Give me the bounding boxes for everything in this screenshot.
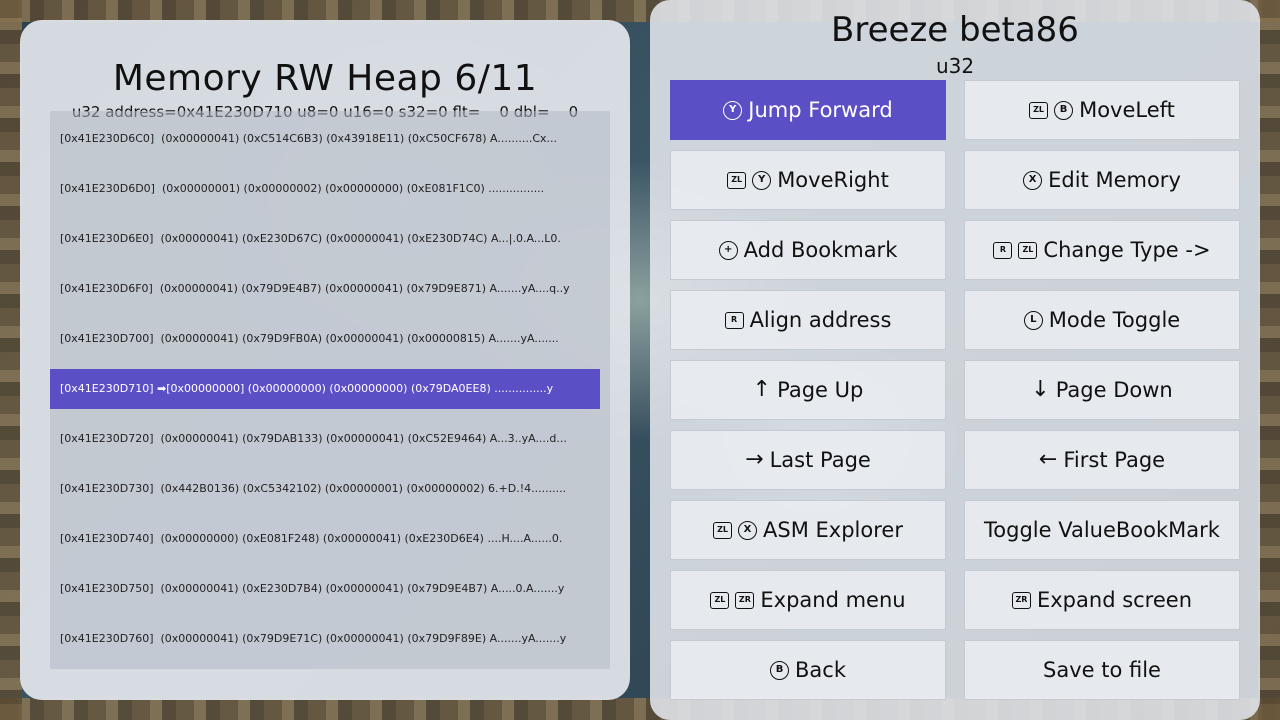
zr-button-icon: ZR: [735, 591, 755, 609]
arrow-left-icon: ←: [1038, 447, 1058, 472]
menu-button-save-to-file[interactable]: Save to file: [964, 640, 1240, 700]
menu-button-jump-forward[interactable]: Y Jump Forward: [670, 80, 946, 140]
memory-row-list[interactable]: [0x41E230D6C0] (0x00000041) (0xC514C6B3)…: [50, 111, 610, 669]
plus-button-icon: +: [718, 240, 738, 260]
menu-button-label: ASM Explorer: [763, 518, 903, 542]
b-button-icon: B: [1054, 100, 1074, 120]
menu-button-mode-toggle[interactable]: L Mode Toggle: [964, 290, 1240, 350]
zl-button-icon: ZL: [713, 521, 733, 539]
menu-button-back[interactable]: B Back: [670, 640, 946, 700]
arrow-down-icon: ↓: [1031, 377, 1050, 402]
menu-button-change-type[interactable]: R ZL Change Type ->: [964, 220, 1240, 280]
left-stick-button-icon: L: [1023, 310, 1043, 330]
zl-button-icon: ZL: [710, 591, 730, 609]
menu-button-first-page[interactable]: ← First Page: [964, 430, 1240, 490]
menu-button-label: Page Down: [1055, 378, 1173, 402]
x-button-icon: X: [1023, 170, 1043, 190]
menu-button-expand-menu[interactable]: ZL ZR Expand menu: [670, 570, 946, 630]
r-button-icon: R: [724, 311, 744, 329]
menu-button-label: Align address: [749, 308, 892, 332]
menu-title: Breeze beta86: [831, 10, 1079, 50]
menu-button-add-bookmark[interactable]: + Add Bookmark: [670, 220, 946, 280]
menu-button-moveleft[interactable]: ZL B MoveLeft: [964, 80, 1240, 140]
menu-button-last-page[interactable]: → Last Page: [670, 430, 946, 490]
menu-button-page-up[interactable]: ↑ Page Up: [670, 360, 946, 420]
menu-button-label: Expand screen: [1036, 588, 1193, 612]
x-button-icon: X: [738, 520, 758, 540]
menu-button-page-down[interactable]: ↓ Page Down: [964, 360, 1240, 420]
memory-row[interactable]: [0x41E230D6C0] (0x00000041) (0xC514C6B3)…: [50, 119, 600, 159]
memory-row[interactable]: [0x41E230D6D0] (0x00000001) (0x00000002)…: [50, 169, 600, 209]
menu-button-label: Change Type ->: [1043, 238, 1211, 262]
menu-button-toggle-valuebookmark[interactable]: Toggle ValueBookMark: [964, 500, 1240, 560]
zl-button-icon: ZL: [1018, 241, 1038, 259]
map-border-right: [1258, 0, 1280, 720]
y-button-icon: Y: [723, 100, 743, 120]
menu-button-expand-screen[interactable]: ZR Expand screen: [964, 570, 1240, 630]
memory-row[interactable]: [0x41E230D750] (0x00000041) (0xE230D7B4)…: [50, 569, 600, 609]
menu-button-label: Add Bookmark: [743, 238, 898, 262]
menu-button-asm-explorer[interactable]: ZL X ASM Explorer: [670, 500, 946, 560]
memory-row[interactable]: [0x41E230D740] (0x00000000) (0xE081F248)…: [50, 519, 600, 559]
arrow-right-icon: →: [745, 447, 764, 472]
menu-button-moveright[interactable]: ZL Y MoveRight: [670, 150, 946, 210]
memory-row[interactable]: [0x41E230D6E0] (0x00000041) (0xE230D67C)…: [50, 219, 600, 259]
menu-button-label: Last Page: [769, 448, 871, 472]
memory-row[interactable]: [0x41E230D6F0] (0x00000041) (0x79D9E4B7)…: [50, 269, 600, 309]
menu-button-label: Mode Toggle: [1048, 308, 1181, 332]
menu-button-label: First Page: [1063, 448, 1166, 472]
menu-button-label: Toggle ValueBookMark: [984, 518, 1220, 542]
menu-panel: Breeze beta86 u32 Y Jump Forward ZL B MoveLe…: [650, 0, 1260, 720]
y-button-icon: Y: [752, 170, 772, 190]
menu-button-label: Edit Memory: [1048, 168, 1181, 192]
memory-panel: Memory RW Heap 6/11 u32 address=0x41E230…: [20, 20, 630, 700]
zl-button-icon: ZL: [727, 171, 747, 189]
zr-button-icon: ZR: [1011, 591, 1031, 609]
menu-button-label: Back: [795, 658, 846, 682]
menu-button-label: Expand menu: [760, 588, 906, 612]
menu-button-label: MoveLeft: [1079, 98, 1175, 122]
r-button-icon: R: [993, 241, 1013, 259]
zl-button-icon: ZL: [1029, 101, 1049, 119]
b-button-icon: B: [770, 660, 789, 680]
map-border-left: [0, 0, 22, 720]
menu-button-label: Jump Forward: [748, 98, 893, 122]
menu-button-label: Save to file: [1043, 658, 1161, 682]
menu-button-edit-memory[interactable]: X Edit Memory: [964, 150, 1240, 210]
memory-row[interactable]: [0x41E230D730] (0x442B0136) (0xC5342102)…: [50, 469, 600, 509]
memory-row[interactable]: [0x41E230D760] (0x00000041) (0x79D9E71C)…: [50, 619, 600, 659]
memory-row-selected[interactable]: [0x41E230D710] ➡[0x00000000] (0x00000000…: [50, 369, 600, 409]
menu-subtitle: u32: [935, 54, 975, 78]
memory-row[interactable]: [0x41E230D720] (0x00000041) (0x79DAB133)…: [50, 419, 600, 459]
memory-title: Memory RW Heap 6/11: [112, 58, 538, 99]
arrow-up-icon: ↑: [752, 377, 772, 402]
menu-button-label: MoveRight: [777, 168, 889, 192]
menu-button-label: Page Up: [777, 378, 864, 402]
memory-row[interactable]: [0x41E230D700] (0x00000041) (0x79D9FB0A)…: [50, 319, 600, 359]
menu-button-align-address[interactable]: R Align address: [670, 290, 946, 350]
